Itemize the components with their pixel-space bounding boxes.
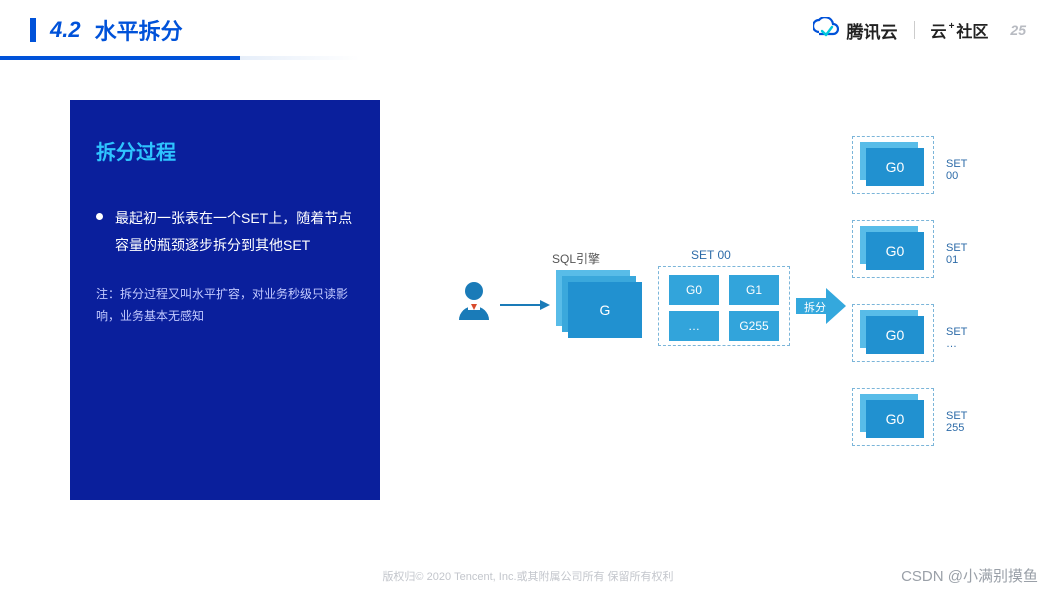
bullet-item: 最起初一张表在一个SET上，随着节点容量的瓶颈逐步拆分到其他SET [96, 205, 354, 258]
brand-sub: 云 + 社区 [931, 18, 989, 42]
set00-label: SET 00 [691, 248, 731, 262]
sql-engine-label: SQL引擎 [552, 250, 600, 267]
brand-block: 腾讯云 云 + 社区 25 [813, 17, 1026, 44]
split-arrow: 拆分 [796, 286, 846, 331]
diagram: SQL引擎 G SET 00 G0 G1 … G255 [416, 100, 1020, 520]
sidebar-panel: 拆分过程 最起初一张表在一个SET上，随着节点容量的瓶颈逐步拆分到其他SET 注… [70, 100, 380, 500]
g-card: G [568, 282, 642, 338]
brand-divider [914, 21, 915, 39]
sidebar-title: 拆分过程 [96, 136, 354, 165]
g0-card: G0 [669, 275, 719, 305]
split-label: 拆分 [804, 299, 826, 315]
g1-card: G1 [729, 275, 779, 305]
bullet-text: 最起初一张表在一个SET上，随着节点容量的瓶颈逐步拆分到其他SET [115, 205, 354, 258]
brand-main: 腾讯云 [847, 18, 898, 43]
sidebar-note: 注：拆分过程又叫水平扩容，对业务秒级只读影响，业务基本无感知 [96, 284, 354, 327]
footer-copyright: 版权归© 2020 Tencent, Inc.或其附属公司所有 保留所有权利 [0, 568, 1056, 584]
dots-card: … [669, 311, 719, 341]
tencent-cloud-icon [813, 17, 839, 44]
user-icon [456, 280, 492, 325]
watermark: CSDN @小满别摸鱼 [901, 565, 1038, 586]
accent-bar [30, 18, 36, 42]
section-number: 4.2 [50, 17, 81, 43]
section-title: 水平拆分 [95, 14, 183, 46]
set-row-label: SET 01 [946, 242, 967, 266]
arrow-icon [500, 298, 550, 316]
slide-header: 4.2 水平拆分 腾讯云 云 + 社区 25 [0, 0, 1056, 46]
bullet-icon [96, 213, 103, 220]
set-row-label: SET 255 [946, 410, 967, 434]
set00-box: G0 G1 … G255 [658, 266, 790, 346]
title-bar: 4.2 水平拆分 [30, 14, 183, 46]
set-row-label: SET … [946, 326, 967, 350]
page-number: 25 [1010, 22, 1026, 38]
g255-card: G255 [729, 311, 779, 341]
content-area: 拆分过程 最起初一张表在一个SET上，随着节点容量的瓶颈逐步拆分到其他SET 注… [0, 60, 1056, 520]
set-row-label: SET 00 [946, 158, 967, 182]
